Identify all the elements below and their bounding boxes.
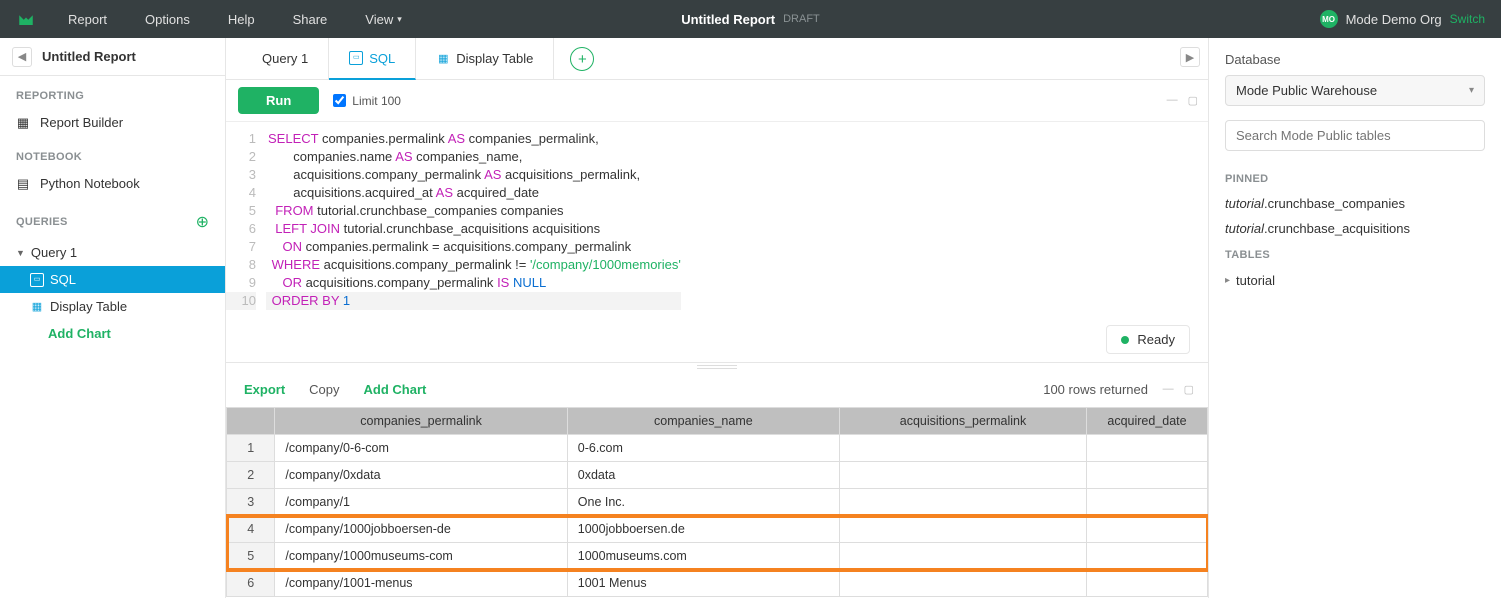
tables-schema-label: tutorial (1236, 273, 1275, 288)
database-select[interactable]: Mode Public Warehouse ▾ (1225, 75, 1485, 106)
maximize-icon[interactable]: ▢ (1184, 383, 1194, 396)
pinned-table[interactable]: tutorial.crunchbase_acquisitions (1225, 216, 1485, 241)
tree-display-table-label: Display Table (50, 299, 127, 314)
table-row[interactable]: 4/company/1000jobboersen-de1000jobboerse… (227, 516, 1208, 543)
tab-sql-label: SQL (369, 51, 395, 66)
back-button[interactable]: ◀ (12, 47, 32, 67)
add-query-button[interactable]: ⊕ (196, 212, 209, 232)
org-name[interactable]: Mode Demo Org (1346, 12, 1442, 27)
status-ready: Ready (1106, 325, 1190, 354)
menu-report[interactable]: Report (68, 12, 107, 27)
section-queries: QUERIES (16, 216, 68, 228)
export-link[interactable]: Export (244, 382, 285, 397)
limit-label: Limit 100 (352, 94, 401, 108)
nav-python-notebook[interactable]: ▤ Python Notebook (0, 169, 225, 198)
menu-help[interactable]: Help (228, 12, 255, 27)
pinned-section-label: PINNED (1225, 173, 1485, 185)
database-label: Database (1225, 52, 1485, 67)
section-notebook: NOTEBOOK (0, 137, 225, 169)
rows-returned: 100 rows returned (1043, 382, 1148, 397)
sql-icon: ▭ (30, 273, 44, 287)
add-chart-link[interactable]: Add Chart (364, 382, 427, 397)
org-avatar[interactable]: MO (1320, 10, 1338, 28)
status-ready-label: Ready (1137, 332, 1175, 347)
nav-report-builder-label: Report Builder (40, 115, 123, 130)
maximize-icon[interactable]: ▢ (1188, 94, 1198, 107)
tab-query-1[interactable]: Query 1 (242, 38, 329, 79)
pane-resize-handle[interactable] (226, 363, 1208, 371)
table-row[interactable]: 6/company/1001-menus1001 Menus (227, 570, 1208, 597)
limit-checkbox-input[interactable] (333, 94, 346, 107)
table-row[interactable]: 3/company/1One Inc. (227, 489, 1208, 516)
tab-sql[interactable]: ▭ SQL (329, 38, 416, 80)
tree-add-chart[interactable]: Add Chart (0, 320, 225, 347)
results-table: companies_permalinkcompanies_nameacquisi… (226, 407, 1208, 597)
menu-share[interactable]: Share (293, 12, 328, 27)
tabs-scroll-right[interactable]: ▶ (1180, 47, 1200, 67)
tables-section-label: TABLES (1225, 249, 1485, 261)
chevron-down-icon: ▾ (397, 14, 402, 25)
sql-editor[interactable]: 12345678910 SELECT companies.permalink A… (226, 122, 1208, 318)
tab-display-table-label: Display Table (456, 51, 533, 66)
table-row[interactable]: 1/company/0-6-com0-6.com (227, 435, 1208, 462)
tree-sql[interactable]: ▭ SQL (0, 266, 225, 293)
column-header[interactable]: companies_name (567, 408, 839, 435)
mode-logo[interactable] (12, 5, 40, 33)
notebook-icon: ▤ (16, 177, 30, 191)
section-reporting: REPORTING (0, 76, 225, 108)
nav-report-builder[interactable]: ▦ Report Builder (0, 108, 225, 137)
sql-icon: ▭ (349, 51, 363, 65)
switch-org-link[interactable]: Switch (1450, 12, 1485, 26)
report-title[interactable]: Untitled Report (681, 12, 775, 27)
copy-link[interactable]: Copy (309, 382, 339, 397)
add-tab-button[interactable]: + (570, 47, 594, 71)
menu-view[interactable]: View ▾ (365, 12, 401, 27)
draft-badge: DRAFT (783, 13, 820, 25)
table-icon: ▦ (436, 52, 450, 66)
table-row[interactable]: 5/company/1000museums-com1000museums.com (227, 543, 1208, 570)
caret-down-icon: ▼ (16, 248, 25, 258)
minimize-icon[interactable]: — (1167, 94, 1178, 107)
table-icon: ▦ (30, 300, 44, 314)
column-header[interactable]: acquisitions_permalink (839, 408, 1086, 435)
table-row[interactable]: 2/company/0xdata0xdata (227, 462, 1208, 489)
nav-python-notebook-label: Python Notebook (40, 176, 140, 191)
tables-schema-tutorial[interactable]: ▸ tutorial (1225, 267, 1485, 294)
tree-query-1[interactable]: ▼ Query 1 (0, 239, 225, 266)
pinned-table[interactable]: tutorial.crunchbase_companies (1225, 191, 1485, 216)
chevron-updown-icon: ▾ (1469, 85, 1474, 96)
minimize-icon[interactable]: — (1163, 383, 1174, 396)
column-header[interactable]: acquired_date (1086, 408, 1207, 435)
sidebar-report-title: Untitled Report (42, 49, 136, 64)
tree-display-table[interactable]: ▦ Display Table (0, 293, 225, 320)
column-header[interactable]: companies_permalink (275, 408, 567, 435)
run-button[interactable]: Run (238, 87, 319, 114)
table-search-input[interactable] (1225, 120, 1485, 151)
layout-icon: ▦ (16, 116, 30, 130)
menu-options[interactable]: Options (145, 12, 190, 27)
status-dot-icon (1121, 336, 1129, 344)
database-selected: Mode Public Warehouse (1236, 83, 1377, 98)
tree-query-1-label: Query 1 (31, 245, 77, 260)
tree-sql-label: SQL (50, 272, 76, 287)
tab-display-table[interactable]: ▦ Display Table (416, 38, 554, 79)
menu-view-label: View (365, 12, 393, 27)
chevron-right-icon: ▸ (1225, 275, 1230, 286)
limit-checkbox[interactable]: Limit 100 (333, 94, 401, 108)
